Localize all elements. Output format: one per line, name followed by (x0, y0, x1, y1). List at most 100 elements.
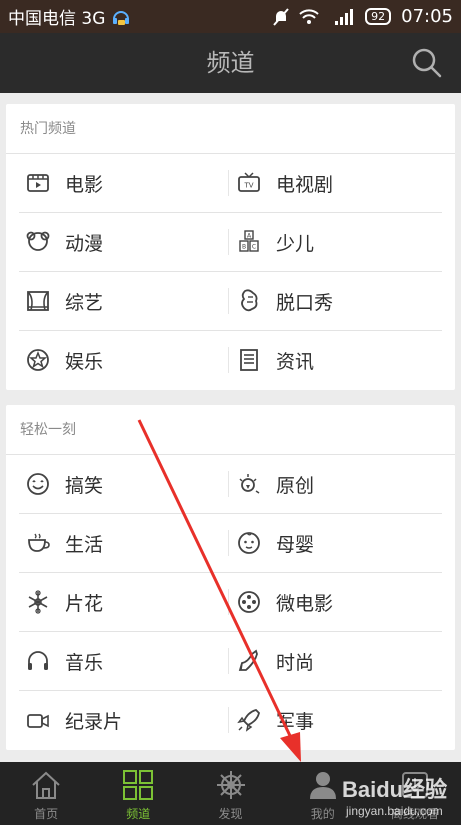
tab-home[interactable]: 首页 (0, 762, 92, 825)
battery-level: 92 (365, 8, 392, 25)
headphones-icon (28, 651, 48, 670)
channel-label: 脱口秀 (276, 291, 334, 314)
rocket-icon (237, 709, 260, 732)
channel-item[interactable]: 脱口秀 (236, 272, 436, 330)
channel-label: 时尚 (276, 651, 315, 674)
camera-icon (27, 714, 49, 728)
channel-item[interactable]: 原创 (236, 455, 436, 513)
tv-icon: TV (238, 172, 260, 192)
tab-label: 发现 (218, 807, 243, 821)
row-divider (228, 471, 229, 497)
section-hot-channels: 热门频道 电影 TV 电视剧动漫 A B C 少儿 综艺 脱口秀娱乐 资讯 (6, 104, 455, 390)
channel-label: 音乐 (65, 651, 104, 674)
status-bar: 中国电信 3G 92 07:05 (0, 0, 461, 33)
tab-label: 离线观看 (390, 807, 439, 821)
news-icon (240, 349, 258, 371)
snowflake-icon (28, 590, 48, 614)
channel-row: 电影 TV 电视剧 (19, 154, 442, 213)
channel-item[interactable]: 母婴 (236, 514, 436, 572)
wifi-icon (299, 8, 319, 25)
channel-row: 生活 母婴 (19, 514, 442, 573)
tab-label: 频道 (126, 807, 151, 821)
row-divider (228, 229, 229, 255)
carrier-label: 中国电信 3G (8, 9, 106, 29)
channel-row: 搞笑 原创 (19, 455, 442, 514)
channel-label: 纪录片 (65, 710, 123, 733)
channel-item[interactable]: 音乐 (25, 632, 225, 690)
bottom-tab-bar: 首页 频道 发现 我的 离线观看 (0, 762, 461, 825)
channel-label: 电视剧 (276, 173, 334, 196)
channel-item[interactable]: 娱乐 (25, 331, 225, 389)
clock: 07:05 (401, 6, 453, 27)
channel-label: 母婴 (276, 533, 315, 556)
channel-label: 片花 (65, 592, 104, 615)
channel-item[interactable]: 电影 (25, 154, 225, 212)
channel-item[interactable]: A B C 少儿 (236, 213, 436, 271)
channel-label: 电影 (65, 173, 104, 196)
channel-label: 搞笑 (65, 474, 104, 497)
section-title: 热门频道 (6, 104, 455, 154)
page-title: 频道 (206, 49, 255, 77)
channel-item[interactable]: 生活 (25, 514, 225, 572)
search-icon[interactable] (411, 47, 443, 79)
svg-text:TV: TV (243, 182, 253, 190)
row-divider (228, 347, 229, 373)
channel-label: 娱乐 (65, 350, 104, 373)
abc-blocks-icon: AB C (239, 230, 259, 252)
channel-list: 搞笑 原创生活 母婴片花 微电影音乐 时尚纪录片 军事 (6, 455, 455, 750)
reel-icon (238, 591, 260, 613)
channel-row: 纪录片 军事 (19, 691, 442, 750)
svg-text:C: C (252, 244, 256, 251)
tab-helm[interactable]: 发现 (184, 762, 276, 825)
row-divider (228, 707, 229, 733)
nav-bar: 频道 (0, 33, 461, 93)
channel-row: 片花 微电影 (19, 573, 442, 632)
user-icon (309, 772, 336, 799)
star-icon (27, 349, 49, 371)
baby-icon (238, 532, 260, 554)
download-icon (401, 772, 428, 798)
talk-icon (241, 289, 258, 312)
headset-icon (111, 7, 131, 27)
status-right: 92 07:05 (273, 6, 453, 27)
section-relax-moment: 轻松一刻 搞笑 原创 生活 母婴 片花 微电影 音乐 时尚 纪录片 军事 (6, 405, 455, 750)
row-divider (228, 288, 229, 314)
channel-row: 动漫 A B C 少儿 (19, 213, 442, 272)
channel-item[interactable]: 纪录片 (25, 691, 225, 749)
bear-icon (26, 231, 50, 251)
tab-user[interactable]: 我的 (277, 762, 369, 825)
channel-item[interactable]: 资讯 (236, 331, 436, 389)
tab-download[interactable]: 离线观看 (369, 762, 461, 825)
row-divider (228, 170, 229, 196)
heel-icon (238, 649, 258, 671)
channel-label: 动漫 (65, 232, 104, 255)
cup-icon (28, 533, 50, 552)
row-divider (228, 530, 229, 556)
home-icon (32, 771, 60, 799)
channel-label: 军事 (276, 710, 315, 733)
channel-item[interactable]: 军事 (236, 691, 436, 749)
film-icon (27, 174, 49, 192)
channel-item[interactable]: 微电影 (236, 573, 436, 631)
channel-row: 音乐 时尚 (19, 632, 442, 691)
channel-label: 生活 (65, 533, 104, 556)
channel-item[interactable]: 片花 (25, 573, 225, 631)
channel-item[interactable]: 动漫 (25, 213, 225, 271)
tab-grid[interactable]: 频道 (92, 762, 184, 825)
channel-item[interactable]: 综艺 (25, 272, 225, 330)
channel-item[interactable]: 时尚 (236, 632, 436, 690)
mute-icon (273, 7, 289, 26)
svg-text:B: B (242, 244, 246, 251)
stage-icon (27, 291, 49, 311)
channel-item[interactable]: TV 电视剧 (236, 154, 436, 212)
row-divider (228, 648, 229, 674)
channel-item[interactable]: 搞笑 (25, 455, 225, 513)
channel-label: 原创 (276, 474, 315, 497)
carrier-group: 中国电信 3G (8, 4, 131, 29)
tab-label: 首页 (34, 807, 59, 821)
channel-row: 娱乐 资讯 (19, 331, 442, 390)
smile-icon (27, 473, 49, 495)
channel-label: 资讯 (276, 350, 315, 373)
channel-label: 微电影 (276, 592, 334, 615)
bulb-icon (239, 474, 260, 494)
